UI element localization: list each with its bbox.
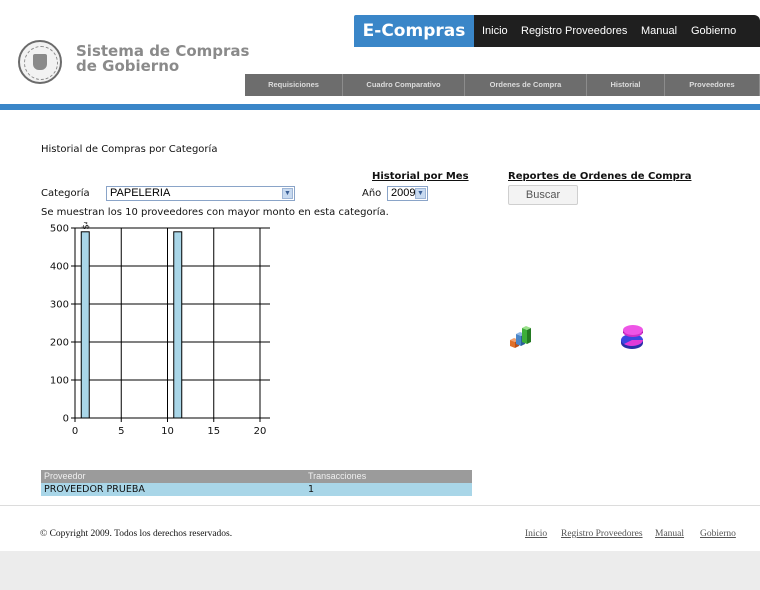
bar-chart: 0 100 200 300 400 500 0 5 10 15 20 $49	[50, 222, 270, 437]
x-tick-label: 20	[254, 426, 267, 437]
copyright-text: © Copyright 2009. Todos los derechos res…	[40, 529, 233, 539]
topnav-gobierno[interactable]: Gobierno	[691, 25, 736, 37]
footer-link-inicio[interactable]: Inicio	[525, 529, 547, 539]
bar-data-label: $49	[81, 222, 91, 230]
chevron-down-icon: ▼	[282, 188, 293, 199]
logo-line-2: de Gobierno	[76, 57, 180, 75]
page: Sistema de Compras de Gobierno E-Compras…	[0, 0, 760, 590]
topnav-manual[interactable]: Manual	[641, 25, 677, 37]
reportes-ordenes-link[interactable]: Reportes de Ordenes de Compra	[508, 171, 691, 182]
table-header-row: Proveedor Transacciones	[41, 470, 472, 483]
column-header-transacciones: Transacciones	[308, 471, 367, 481]
bar-chart-3d-icon[interactable]	[508, 323, 534, 349]
anio-label: Año	[362, 188, 382, 199]
government-seal-icon	[18, 40, 62, 84]
x-tick-label: 5	[118, 426, 124, 437]
y-tick-label: 0	[63, 414, 69, 425]
x-tick-label: 10	[161, 426, 174, 437]
column-header-proveedor: Proveedor	[44, 471, 86, 481]
y-tick-label: 300	[50, 300, 69, 311]
footer-link-gobierno[interactable]: Gobierno	[700, 529, 736, 539]
cell-transacciones: 1	[308, 484, 315, 495]
main-tabs: Requisiciones Cuadro Comparativo Ordenes…	[245, 74, 760, 96]
topnav-registro-proveedores[interactable]: Registro Proveedores	[521, 25, 627, 37]
tab-ordenes-de-compra[interactable]: Ordenes de Compra	[465, 74, 587, 96]
y-tick-label: 400	[50, 262, 69, 273]
proveedores-table: Proveedor Transacciones PROVEEDOR PRUEBA…	[41, 470, 472, 496]
tab-cuadro-comparativo[interactable]: Cuadro Comparativo	[343, 74, 465, 96]
categoria-select[interactable]: PAPELERIA ▼	[106, 186, 295, 201]
anio-select-value: 2009	[391, 187, 416, 199]
buscar-button[interactable]: Buscar	[508, 185, 578, 205]
page-title: Historial de Compras por Categoría	[41, 144, 218, 155]
y-tick-label: 100	[50, 376, 69, 387]
chevron-down-icon: ▼	[415, 188, 426, 199]
top-nav: Inicio Registro Proveedores Manual Gobie…	[474, 15, 760, 47]
tab-historial[interactable]: Historial	[587, 74, 665, 96]
brand-title: E-Compras	[354, 15, 474, 47]
categoria-label: Categoría	[41, 188, 90, 199]
categoria-select-value: PAPELERIA	[110, 187, 171, 199]
y-tick-label: 500	[50, 224, 69, 235]
y-tick-label: 200	[50, 338, 69, 349]
bar	[80, 231, 90, 419]
historial-por-mes-link[interactable]: Historial por Mes	[372, 171, 469, 182]
anio-select[interactable]: 2009 ▼	[387, 186, 428, 201]
info-text: Se muestran los 10 proveedores con mayor…	[41, 207, 389, 218]
tab-proveedores[interactable]: Proveedores	[665, 74, 760, 96]
footer-link-manual[interactable]: Manual	[655, 529, 684, 539]
table-row[interactable]: PROVEEDOR PRUEBA 1	[41, 483, 472, 496]
x-tick-label: 15	[207, 426, 220, 437]
x-tick-label: 0	[72, 426, 78, 437]
bar	[173, 231, 183, 419]
footer: © Copyright 2009. Todos los derechos res…	[0, 506, 760, 551]
main-content: Historial de Compras por Categoría Histo…	[0, 110, 760, 505]
footer-link-registro-proveedores[interactable]: Registro Proveedores	[561, 529, 643, 539]
tab-requisiciones[interactable]: Requisiciones	[245, 74, 343, 96]
site-logo-text[interactable]: Sistema de Compras de Gobierno	[76, 44, 249, 74]
cell-proveedor: PROVEEDOR PRUEBA	[44, 484, 145, 495]
header: Sistema de Compras de Gobierno E-Compras…	[0, 0, 760, 110]
pie-chart-3d-icon[interactable]	[618, 323, 646, 353]
topnav-inicio[interactable]: Inicio	[482, 25, 508, 37]
